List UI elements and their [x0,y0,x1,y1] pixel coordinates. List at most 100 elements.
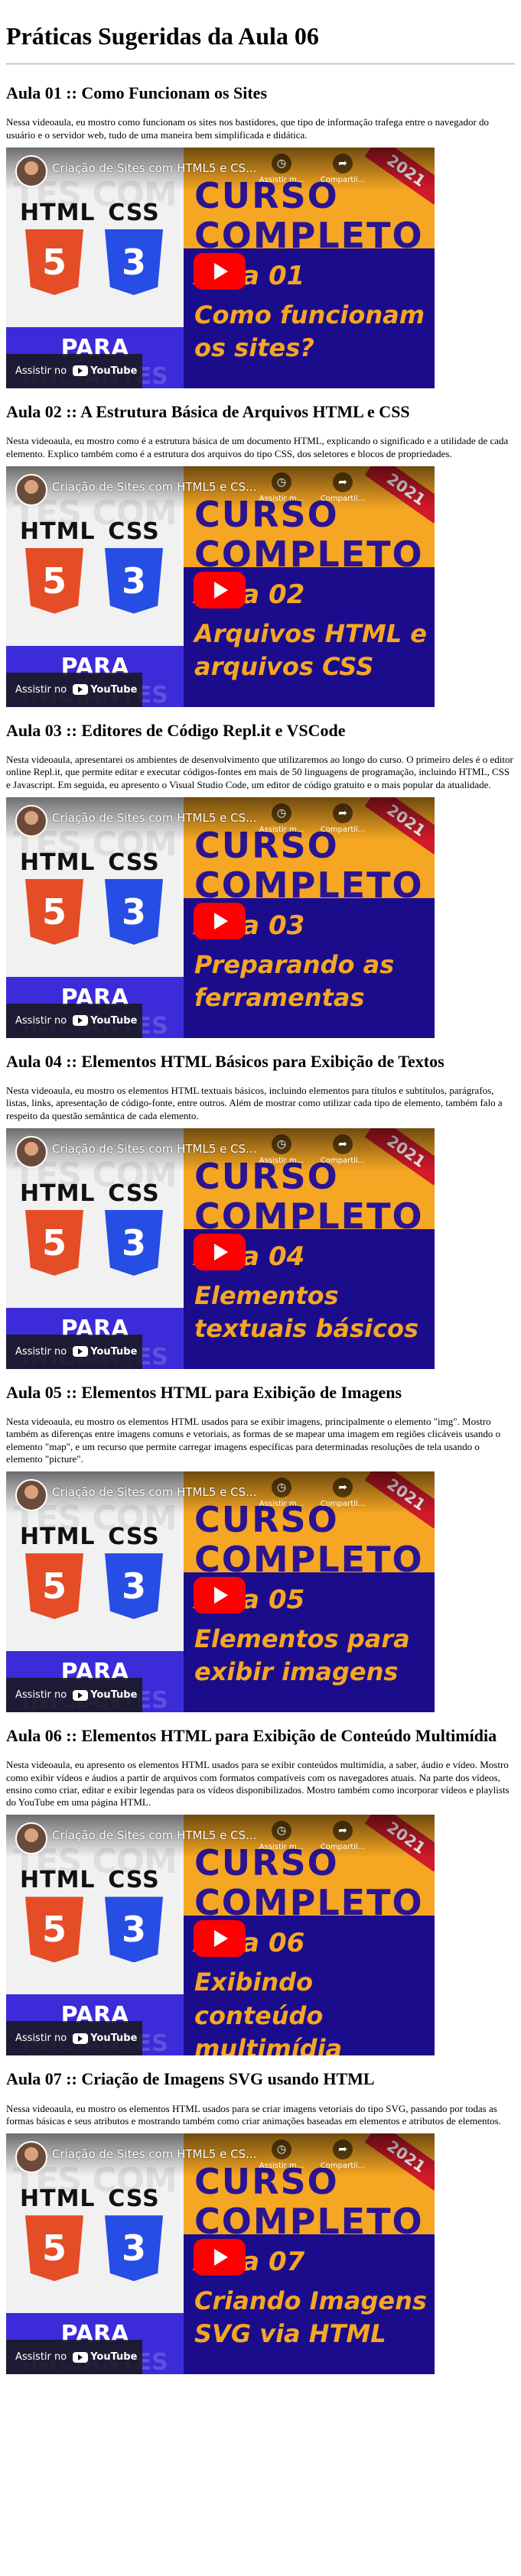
play-button-icon[interactable] [194,1577,246,1614]
share-button[interactable]: ➦ Compartil... [320,472,366,503]
clock-icon: ◷ [272,1821,291,1841]
lesson-heading: Aula 03 :: Editores de Código Repl.it e … [6,720,346,740]
css3-logo: CSS 3 [99,1867,168,1963]
channel-avatar[interactable] [15,2141,47,2174]
youtube-embed[interactable]: TES COM HTML 5 CSS 3 PARA INICIANTES CUR… [6,1127,435,1369]
lesson-heading: Aula 02 :: A Estrutura Básica de Arquivo… [6,401,410,421]
share-button[interactable]: ➦ Compartil... [320,1821,366,1851]
share-button[interactable]: ➦ Compartil... [320,153,366,184]
youtube-embed[interactable]: TES COM HTML 5 CSS 3 PARA INICIANTES CUR… [6,147,435,388]
css3-shield-icon: 3 [105,547,163,614]
watch-later-button[interactable]: ◷ Assistir m... [259,1134,304,1165]
channel-avatar[interactable] [15,473,47,506]
html5-label: HTML [20,1867,96,1894]
watch-on-youtube-button[interactable]: Assistir no YouTube [6,2021,142,2056]
watch-later-button[interactable]: ◷ Assistir m... [259,472,304,503]
watch-later-label: Assistir m... [259,2162,304,2171]
play-button-icon[interactable] [194,2239,246,2276]
html5-logo: HTML 5 [20,1867,96,1963]
video-title-link[interactable]: Criação de Sites com HTML5 e CS... [52,811,256,825]
channel-avatar[interactable] [15,804,47,837]
watch-later-button[interactable]: ◷ Assistir m... [259,803,304,834]
watch-on-youtube-button[interactable]: Assistir no YouTube [6,1334,142,1369]
lesson-description: Nesta videoaula, eu mostro os elementos … [6,1085,503,1121]
lesson-section: Aula 06 :: Elementos HTML para Exibição … [6,1726,515,2056]
channel-avatar[interactable] [15,1479,47,1512]
channel-avatar[interactable] [15,1135,47,1168]
youtube-wordmark: YouTube [90,1345,138,1358]
lesson-subtitle: Preparando as ferramentas [194,949,395,1013]
lesson-subtitle: Como funcionam os sites? [194,300,425,363]
youtube-logo: YouTube [73,1346,137,1358]
share-icon: ➦ [333,153,353,174]
video-title-link[interactable]: Criação de Sites com HTML5 e CS... [52,1828,256,1842]
video-title-link[interactable]: Criação de Sites com HTML5 e CS... [52,1142,256,1156]
lesson-section: Aula 05 :: Elementos HTML para Exibição … [6,1383,515,1713]
video-title-link[interactable]: Criação de Sites com HTML5 e CS... [52,2147,256,2161]
completo-text: COMPLETO [194,2201,424,2243]
watch-later-button[interactable]: ◷ Assistir m... [259,2140,304,2170]
watch-on-youtube-button[interactable]: Assistir no YouTube [6,353,142,388]
watch-on-youtube-button[interactable]: Assistir no YouTube [6,672,142,707]
share-label: Compartil... [320,1156,366,1165]
watch-on-label: Assistir no [15,2351,67,2363]
lesson-heading: Aula 06 :: Elementos HTML para Exibição … [6,1726,497,1746]
watch-on-youtube-button[interactable]: Assistir no YouTube [6,2340,142,2375]
html5-shield-icon: 5 [25,229,83,295]
css3-logo: CSS 3 [99,1523,168,1620]
completo-text: COMPLETO [194,864,424,906]
share-button[interactable]: ➦ Compartil... [320,1134,366,1165]
html5-shield-icon: 5 [25,1896,83,1963]
youtube-embed[interactable]: TES COM HTML 5 CSS 3 PARA INICIANTES CUR… [6,466,435,707]
watch-later-button[interactable]: ◷ Assistir m... [259,1821,304,1851]
watch-later-button[interactable]: ◷ Assistir m... [259,1478,304,1508]
youtube-embed[interactable]: TES COM HTML 5 CSS 3 PARA INICIANTES CUR… [6,2133,435,2375]
clock-icon: ◷ [272,2140,291,2160]
video-title-link[interactable]: Criação de Sites com HTML5 e CS... [52,480,256,494]
play-button-icon[interactable] [194,571,246,608]
youtube-logo: YouTube [73,2351,137,2363]
css3-shield-icon: 3 [105,1553,163,1620]
css3-label: CSS [108,1867,160,1894]
youtube-embed[interactable]: TES COM HTML 5 CSS 3 PARA INICIANTES CUR… [6,796,435,1038]
video-title-link[interactable]: Criação de Sites com HTML5 e CS... [52,161,256,175]
html5-logo: HTML 5 [20,1523,96,1620]
share-button[interactable]: ➦ Compartil... [320,2140,366,2170]
watch-later-button[interactable]: ◷ Assistir m... [259,153,304,184]
share-button[interactable]: ➦ Compartil... [320,803,366,834]
html5-label: HTML [20,199,96,226]
watch-on-youtube-button[interactable]: Assistir no YouTube [6,1003,142,1038]
video-title-link[interactable]: Criação de Sites com HTML5 e CS... [52,1485,256,1499]
html5-label: HTML [20,848,96,876]
watch-on-youtube-button[interactable]: Assistir no YouTube [6,1678,142,1713]
html5-label: HTML [20,1523,96,1551]
youtube-play-icon [73,2351,89,2363]
watch-later-label: Assistir m... [259,1156,304,1165]
play-button-icon[interactable] [194,1920,246,1958]
lesson-subtitle: Criando Imagens SVG via HTML [194,2286,427,2349]
lesson-heading: Aula 01 :: Como Funcionam os Sites [6,83,268,103]
share-button[interactable]: ➦ Compartil... [320,1478,366,1508]
share-icon: ➦ [333,1134,353,1154]
lesson-heading: Aula 07 :: Criação de Imagens SVG usando… [6,2069,375,2089]
youtube-embed[interactable]: TES COM HTML 5 CSS 3 PARA INICIANTES CUR… [6,1471,435,1713]
play-button-icon[interactable] [194,1233,246,1270]
completo-text: COMPLETO [194,533,424,575]
clock-icon: ◷ [272,153,291,174]
play-button-icon[interactable] [194,902,246,939]
css3-logo: CSS 3 [99,849,168,945]
clock-icon: ◷ [272,803,291,823]
completo-text: COMPLETO [194,1195,424,1237]
youtube-embed[interactable]: TES COM HTML 5 CSS 3 PARA INICIANTES CUR… [6,1815,435,2056]
channel-avatar[interactable] [15,154,47,187]
watch-on-label: Assistir no [15,365,67,377]
html5-shield-icon: 5 [25,1553,83,1620]
html5-shield-icon: 5 [25,1209,83,1276]
css3-shield-icon: 3 [105,1896,163,1963]
play-button-icon[interactable] [194,252,246,290]
html5-label: HTML [20,517,96,545]
youtube-wordmark: YouTube [90,2351,138,2363]
css3-shield-icon: 3 [105,229,163,295]
html5-logo: HTML 5 [20,848,96,945]
youtube-wordmark: YouTube [90,683,138,696]
